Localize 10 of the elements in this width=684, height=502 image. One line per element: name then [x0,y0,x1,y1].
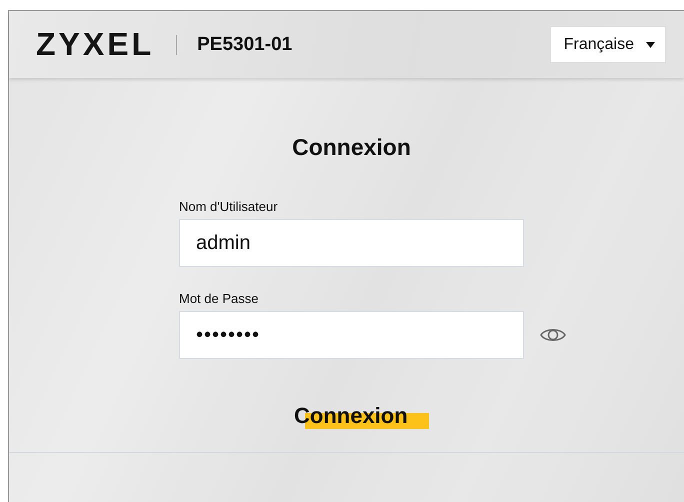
zyxel-logo: ZYXEL [36,26,154,63]
username-field[interactable]: admin [179,219,524,267]
password-field[interactable]: •••••••• [179,311,524,359]
model-name: PE5301-01 [197,34,292,56]
caret-icon [646,42,655,48]
field-label: Mot de Passe [179,291,260,306]
language-dropdown[interactable]: Française [550,26,666,63]
eye-icon[interactable] [540,326,566,344]
field-label: Nom d'Utilisateur [179,199,279,214]
login-title: Connexion [291,134,412,161]
